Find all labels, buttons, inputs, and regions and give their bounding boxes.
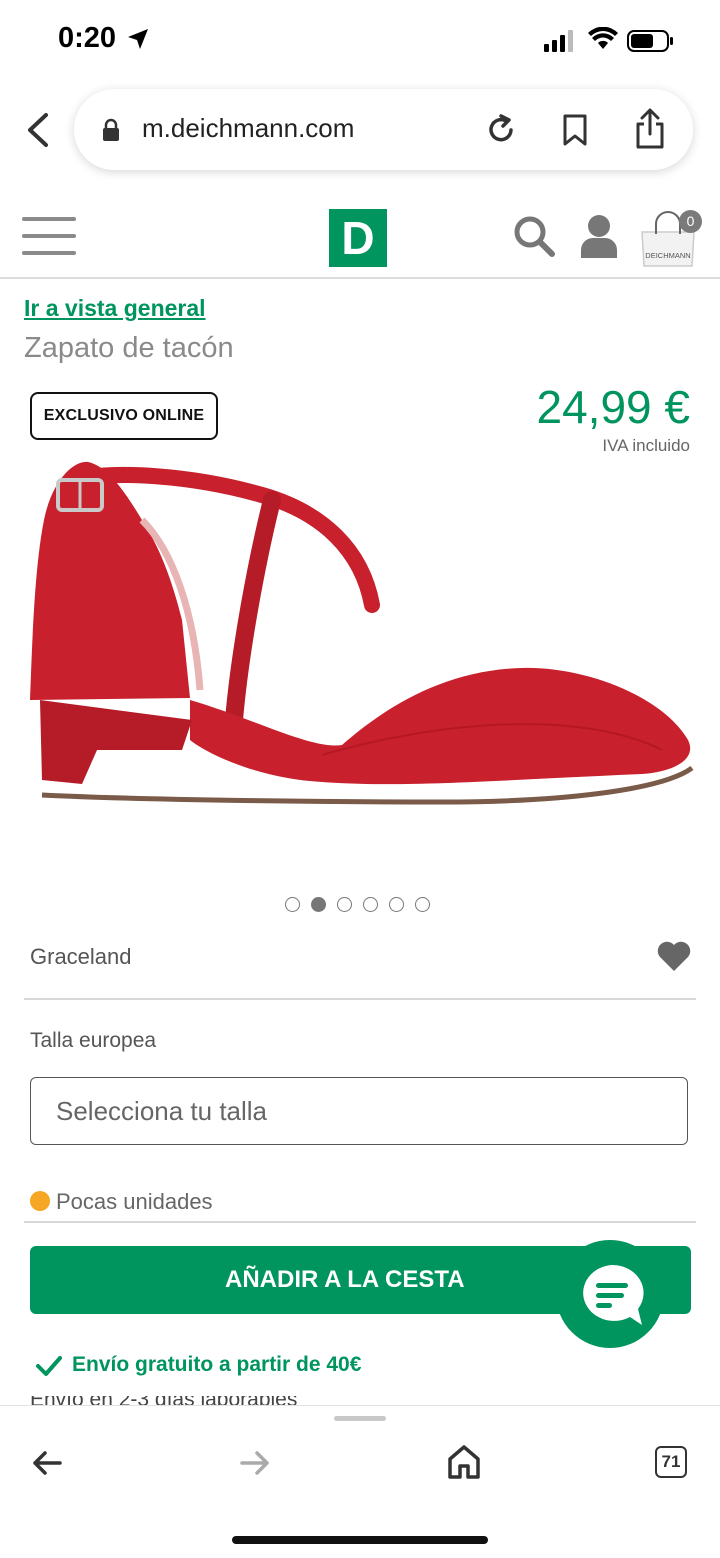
product-image[interactable]: [22, 450, 702, 820]
chat-bubble-icon: [583, 1264, 644, 1325]
forward-arrow-icon[interactable]: [238, 1446, 272, 1480]
back-arrow-icon[interactable]: [30, 1446, 64, 1480]
image-carousel-dots: [285, 897, 430, 915]
drag-handle[interactable]: [334, 1416, 386, 1421]
divider: [24, 1221, 696, 1223]
bag-label: DEICHMANN: [645, 251, 690, 260]
carousel-dot[interactable]: [389, 897, 404, 912]
stock-status: Pocas unidades: [56, 1189, 213, 1214]
product-type: Zapato de tacón: [24, 332, 234, 364]
free-shipping-note: Envío gratuito a partir de 40€: [72, 1353, 362, 1376]
carousel-dot[interactable]: [311, 897, 326, 912]
home-icon[interactable]: [447, 1444, 481, 1480]
tabs-count-button[interactable]: 71: [655, 1446, 687, 1478]
size-select[interactable]: Selecciona tu talla: [30, 1077, 688, 1145]
cellular-signal-icon: [544, 30, 573, 52]
product-price: 24,99 €: [536, 381, 690, 433]
brand-name: Graceland: [30, 944, 132, 969]
bookmark-icon[interactable]: [562, 114, 588, 146]
search-icon[interactable]: [512, 214, 556, 258]
hamburger-menu-icon[interactable]: [22, 217, 76, 257]
wifi-icon: [588, 27, 618, 49]
status-time: 0:20: [58, 22, 117, 54]
check-icon: [36, 1356, 62, 1376]
reload-icon[interactable]: [484, 113, 518, 147]
lock-icon: [103, 118, 119, 141]
divider: [24, 998, 696, 1000]
home-indicator: [232, 1536, 488, 1544]
overview-link[interactable]: Ir a vista general: [24, 295, 206, 322]
battery-icon: [627, 30, 673, 52]
location-arrow-icon: [128, 29, 148, 49]
cart-count-badge: 0: [679, 210, 702, 233]
heart-icon[interactable]: [656, 940, 692, 972]
exclusive-online-badge: EXCLUSIVO ONLINE: [30, 392, 218, 440]
size-label: Talla europea: [30, 1029, 157, 1052]
carousel-dot[interactable]: [363, 897, 378, 912]
user-account-icon[interactable]: [580, 214, 618, 258]
carousel-dot[interactable]: [415, 897, 430, 912]
deichmann-logo[interactable]: D: [329, 209, 387, 267]
url-text[interactable]: m.deichmann.com: [142, 113, 354, 144]
browser-back-icon[interactable]: [22, 112, 54, 148]
carousel-dot[interactable]: [285, 897, 300, 912]
stock-indicator-dot: [30, 1191, 50, 1211]
share-icon[interactable]: [634, 108, 666, 150]
carousel-dot[interactable]: [337, 897, 352, 912]
